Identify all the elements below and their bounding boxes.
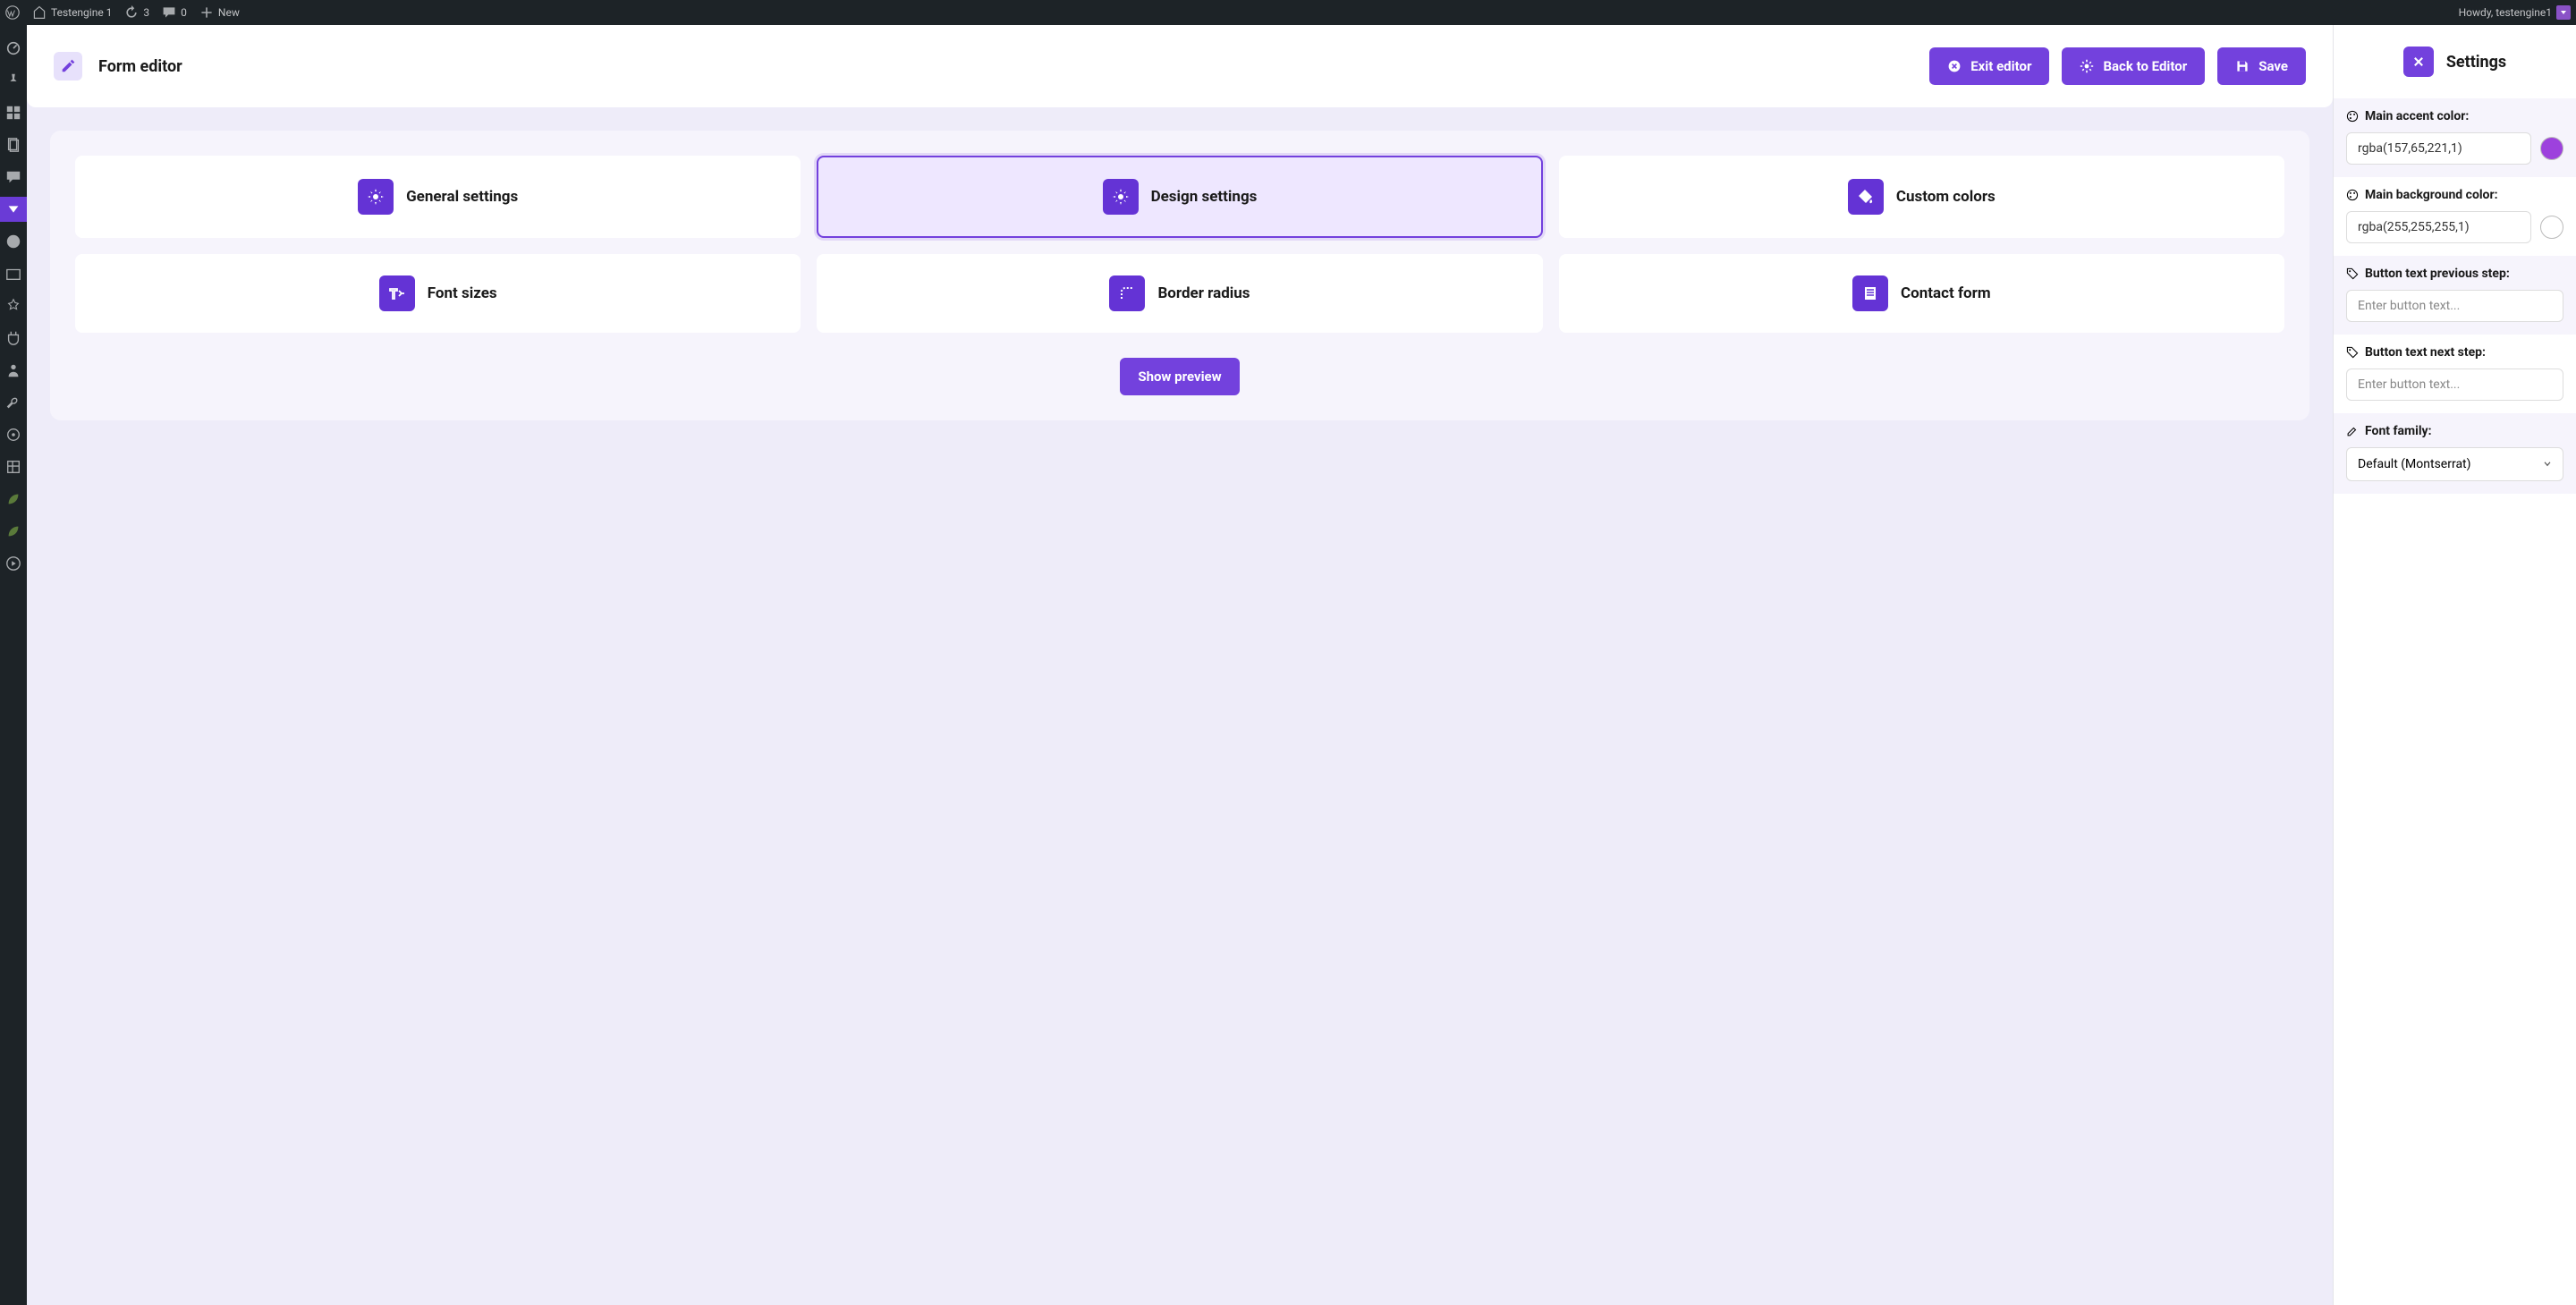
sidebar-appearance[interactable] — [0, 293, 27, 318]
close-settings-button[interactable] — [2403, 47, 2434, 77]
sidebar-extra1[interactable] — [0, 454, 27, 479]
howdy-text: Howdy, testengine1 — [2459, 6, 2552, 19]
sidebar-leaf2[interactable] — [0, 519, 27, 544]
card-label: Font sizes — [428, 284, 497, 302]
bg-color-input[interactable] — [2346, 211, 2531, 243]
back-to-editor-button[interactable]: Back to Editor — [2062, 47, 2205, 85]
close-circle-icon — [1947, 59, 1962, 73]
updates-link[interactable]: 3 — [124, 5, 149, 20]
new-link[interactable]: New — [199, 5, 240, 20]
text-size-icon — [379, 275, 415, 311]
sidebar-media[interactable] — [0, 261, 27, 286]
setting-prev-text: Button text previous step: — [2334, 256, 2576, 335]
sidebar-dashboard[interactable] — [0, 36, 27, 61]
card-label: Contact form — [1901, 284, 1991, 302]
page-title: Form editor — [98, 57, 182, 76]
sidebar-plugin-active[interactable] — [0, 197, 27, 222]
avatar — [2556, 5, 2571, 20]
card-label: Border radius — [1157, 284, 1250, 302]
save-button[interactable]: Save — [2217, 47, 2306, 85]
updates-count: 3 — [143, 6, 149, 19]
font-family-select[interactable]: Default (Montserrat) — [2346, 447, 2563, 481]
close-icon — [2412, 55, 2425, 68]
card-custom-colors[interactable]: Custom colors — [1559, 156, 2284, 238]
tag-icon — [2346, 346, 2359, 359]
setting-next-text: Button text next step: — [2334, 335, 2576, 413]
setting-bg-color: Main background color: — [2334, 177, 2576, 256]
new-label: New — [218, 6, 240, 19]
sidebar-pin[interactable] — [0, 68, 27, 93]
tag-icon — [2346, 267, 2359, 280]
accent-color-swatch[interactable] — [2540, 137, 2563, 160]
save-icon — [2235, 59, 2250, 73]
editor-header: Form editor Exit editor Back to Editor S… — [27, 25, 2333, 107]
sidebar-blocks[interactable] — [0, 100, 27, 125]
next-text-input[interactable] — [2346, 369, 2563, 401]
gear-icon — [2080, 59, 2094, 73]
comments-count: 0 — [181, 6, 187, 19]
site-link[interactable]: Testengine 1 — [32, 5, 112, 20]
palette-icon — [2346, 110, 2359, 123]
palette-icon — [2346, 189, 2359, 201]
sidebar-plugins[interactable] — [0, 326, 27, 351]
sidebar-tools[interactable] — [0, 390, 27, 415]
comments-link[interactable]: 0 — [162, 5, 187, 20]
howdy-link[interactable]: Howdy, testengine1 — [2459, 5, 2571, 20]
card-label: General settings — [406, 188, 518, 206]
gear-icon — [1103, 179, 1139, 215]
sidebar-users[interactable] — [0, 358, 27, 383]
sidebar-play[interactable] — [0, 551, 27, 576]
card-label: Design settings — [1151, 188, 1258, 206]
exit-editor-button[interactable]: Exit editor — [1929, 47, 2049, 85]
sidebar-elementor[interactable] — [0, 229, 27, 254]
settings-panel: Settings Main accent color: Main backgro… — [2333, 25, 2576, 1305]
sidebar-settings[interactable] — [0, 422, 27, 447]
card-font-sizes[interactable]: Font sizes — [75, 254, 801, 333]
edit-icon — [54, 52, 82, 81]
accent-color-input[interactable] — [2346, 132, 2531, 165]
bg-color-swatch[interactable] — [2540, 216, 2563, 239]
sidebar-leaf1[interactable] — [0, 487, 27, 512]
wp-logo[interactable] — [5, 5, 20, 20]
cards-container: General settings Design settings Custom … — [50, 131, 2309, 420]
form-icon — [1852, 275, 1888, 311]
sidebar-pages[interactable] — [0, 132, 27, 157]
prev-text-input[interactable] — [2346, 290, 2563, 322]
site-name: Testengine 1 — [51, 6, 112, 19]
settings-header: Settings — [2334, 25, 2576, 98]
show-preview-button[interactable]: Show preview — [1120, 358, 1239, 395]
card-contact-form[interactable]: Contact form — [1559, 254, 2284, 333]
sidebar-comments[interactable] — [0, 165, 27, 190]
paint-bucket-icon — [1848, 179, 1884, 215]
card-border-radius[interactable]: Border radius — [817, 254, 1542, 333]
wp-admin-sidebar — [0, 25, 27, 1305]
card-label: Custom colors — [1896, 188, 1996, 206]
wp-adminbar: Testengine 1 3 0 New Howdy, testengine1 — [0, 0, 2576, 25]
border-radius-icon — [1109, 275, 1145, 311]
setting-accent-color: Main accent color: — [2334, 98, 2576, 177]
card-design-settings[interactable]: Design settings — [817, 156, 1542, 238]
card-general-settings[interactable]: General settings — [75, 156, 801, 238]
gear-icon — [358, 179, 394, 215]
settings-title: Settings — [2446, 53, 2506, 72]
pencil-icon — [2346, 425, 2359, 437]
setting-font-family: Font family: Default (Montserrat) — [2334, 413, 2576, 494]
